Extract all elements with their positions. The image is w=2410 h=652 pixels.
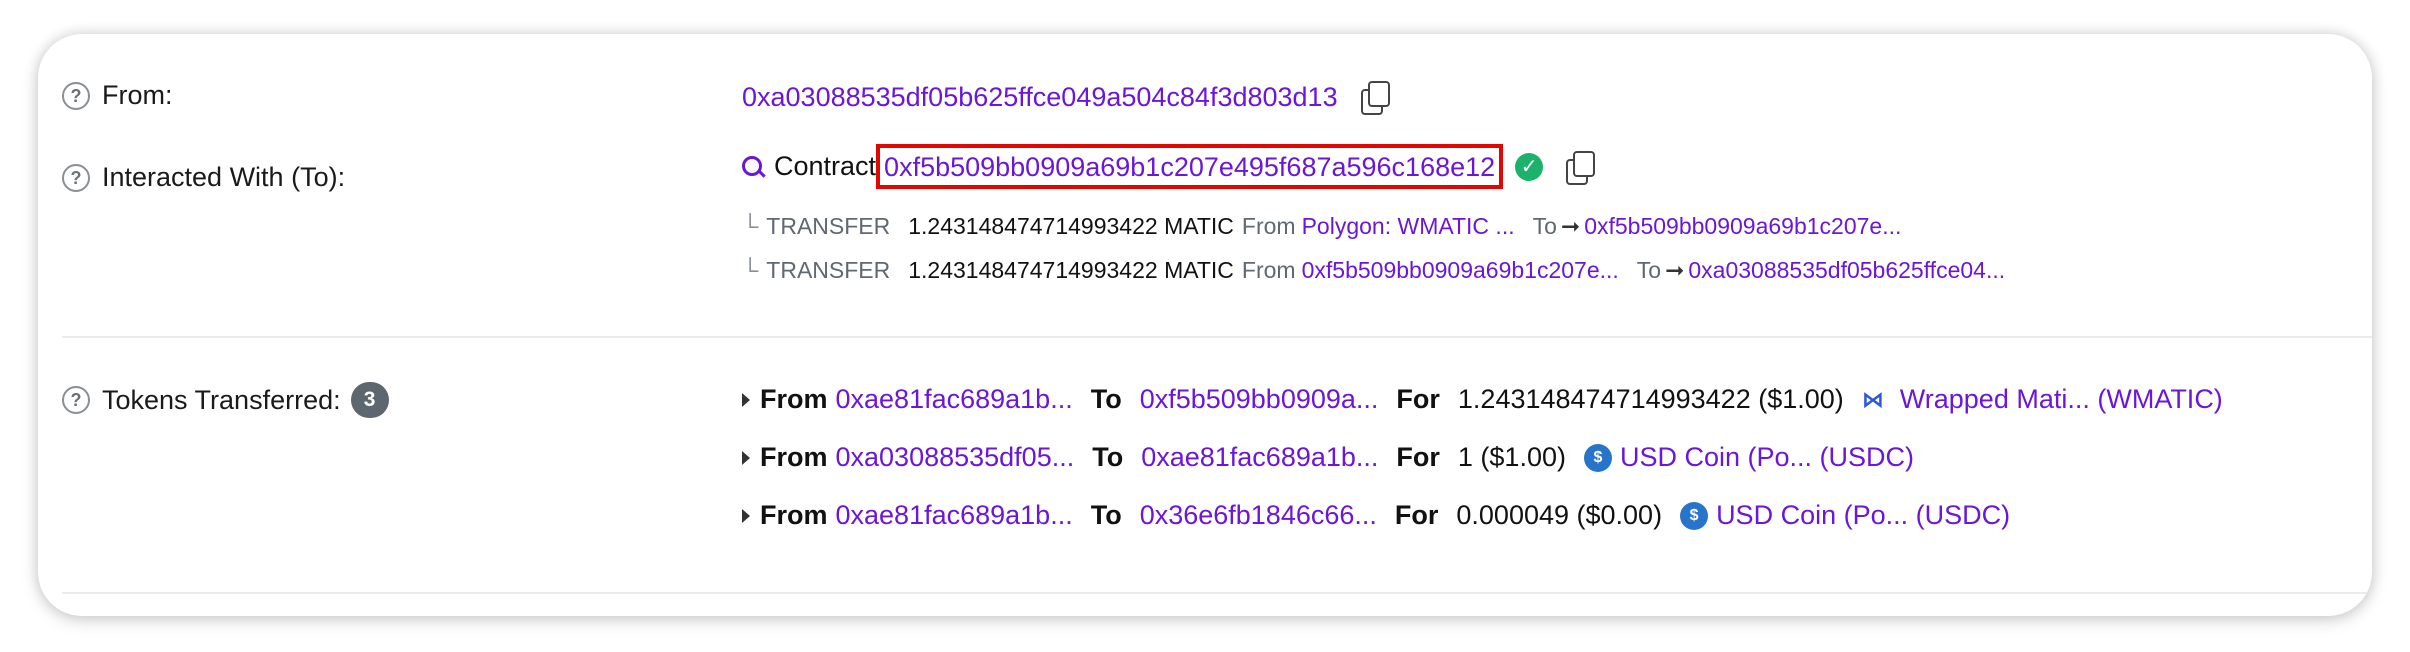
transaction-details-card: ? From: 0xa03088535df05b625ffce049a504c8… — [38, 34, 2372, 616]
token-from-label: From — [760, 500, 828, 530]
interacted-label: Interacted With (To): — [102, 162, 346, 192]
copy-icon[interactable] — [1360, 80, 1390, 115]
token-name-link[interactable]: USD Coin (Po... (USDC) — [1620, 442, 1914, 473]
transfer-amount: 1.243148474714993422 MATIC — [908, 213, 1234, 239]
tokens-label: Tokens Transferred: — [102, 384, 341, 415]
help-icon[interactable]: ? — [62, 163, 90, 192]
help-icon[interactable]: ? — [62, 81, 90, 110]
section-divider — [62, 592, 2372, 594]
transfer-from-label: From — [1241, 213, 1296, 239]
caret-right-icon[interactable] — [742, 392, 750, 407]
contract-prefix: Contract — [774, 151, 877, 181]
token-from-label: From — [760, 442, 828, 472]
token-amount: 1 ($1.00) — [1457, 442, 1566, 472]
tokens-label-group: ? Tokens Transferred: 3 — [62, 382, 389, 418]
copy-icon[interactable] — [1565, 150, 1596, 185]
token-from-link[interactable]: 0xae81fac689a1b... — [836, 384, 1073, 415]
transfer-from-link[interactable]: Polygon: WMATIC ... — [1302, 213, 1515, 240]
token-from-link[interactable]: 0xa03088535df05... — [836, 442, 1075, 473]
arrow-right-icon: ➞ — [1665, 257, 1685, 283]
usdc-coin-icon: $ — [1680, 501, 1709, 530]
verified-check-icon: ✓ — [1515, 152, 1544, 181]
transfer-to-link[interactable]: 0xa03088535df05b625ffce04... — [1688, 257, 2005, 284]
tree-branch-icon: └ — [742, 213, 759, 239]
token-transfer-row[interactable]: From 0xae81fac689a1b... To 0xf5b509bb090… — [742, 384, 2223, 415]
token-for-label: For — [1396, 442, 1440, 472]
caret-right-icon[interactable] — [742, 508, 750, 523]
from-value-row: 0xa03088535df05b625ffce049a504c84f3d803d… — [742, 80, 1390, 115]
contract-address-link[interactable]: 0xf5b509bb0909a69b1c207e495f687a596c168e… — [884, 152, 1495, 182]
token-for-label: For — [1394, 500, 1439, 530]
highlighted-contract-box: 0xf5b509bb0909a69b1c207e495f687a596c168e… — [876, 144, 1504, 189]
internal-transfer-row: └ TRANSFER 1.243148474714993422 MATIC Fr… — [742, 257, 2005, 284]
token-amount: 1.243148474714993422 ($1.00) — [1457, 384, 1844, 414]
transfer-kind: TRANSFER — [766, 257, 891, 283]
token-transfer-row[interactable]: From 0xae81fac689a1b... To 0x36e6fb1846c… — [742, 500, 2010, 531]
token-to-label: To — [1090, 500, 1122, 530]
transfer-kind: TRANSFER — [766, 213, 891, 239]
transfer-to-label: To — [1532, 213, 1557, 239]
interacted-value-row: Contract 0xf5b509bb0909a69b1c207e495f687… — [742, 144, 1596, 189]
token-from-link[interactable]: 0xae81fac689a1b... — [836, 500, 1073, 531]
help-icon[interactable]: ? — [62, 386, 90, 414]
transfer-from-label: From — [1241, 257, 1296, 283]
polygon-matic-icon: ⋈ — [1861, 386, 1884, 412]
from-label-group: ? From: — [62, 80, 173, 111]
transfer-to-label: To — [1636, 257, 1662, 283]
internal-transfer-row: └ TRANSFER 1.243148474714993422 MATIC Fr… — [742, 213, 1901, 240]
token-to-link[interactable]: 0x36e6fb1846c66... — [1140, 500, 1377, 531]
usdc-coin-icon: $ — [1583, 443, 1612, 472]
token-name-link[interactable]: Wrapped Mati... (WMATIC) — [1900, 384, 2223, 415]
caret-right-icon[interactable] — [742, 450, 750, 465]
token-to-label: To — [1092, 442, 1124, 472]
from-label: From: — [102, 80, 173, 110]
token-count-badge: 3 — [350, 382, 389, 418]
token-name-link[interactable]: USD Coin (Po... (USDC) — [1716, 500, 2010, 531]
token-to-link[interactable]: 0xae81fac689a1b... — [1141, 442, 1378, 473]
token-from-label: From — [760, 384, 828, 414]
token-transfer-row[interactable]: From 0xa03088535df05... To 0xae81fac689a… — [742, 442, 1914, 473]
token-to-label: To — [1090, 384, 1122, 414]
zoom-search-icon[interactable] — [742, 155, 764, 178]
transfer-to-link[interactable]: 0xf5b509bb0909a69b1c207e... — [1584, 213, 1901, 240]
from-address-link[interactable]: 0xa03088535df05b625ffce049a504c84f3d803d… — [742, 82, 1338, 113]
token-amount: 0.000049 ($0.00) — [1456, 500, 1663, 530]
tree-branch-icon: └ — [742, 257, 759, 283]
transfer-amount: 1.243148474714993422 MATIC — [908, 257, 1234, 283]
token-to-link[interactable]: 0xf5b509bb0909a... — [1140, 384, 1379, 415]
token-for-label: For — [1396, 384, 1440, 414]
section-divider — [62, 336, 2372, 338]
arrow-right-icon: ➞ — [1560, 213, 1581, 239]
transfer-from-link[interactable]: 0xf5b509bb0909a69b1c207e... — [1302, 257, 1619, 284]
interacted-label-group: ? Interacted With (To): — [62, 162, 345, 193]
